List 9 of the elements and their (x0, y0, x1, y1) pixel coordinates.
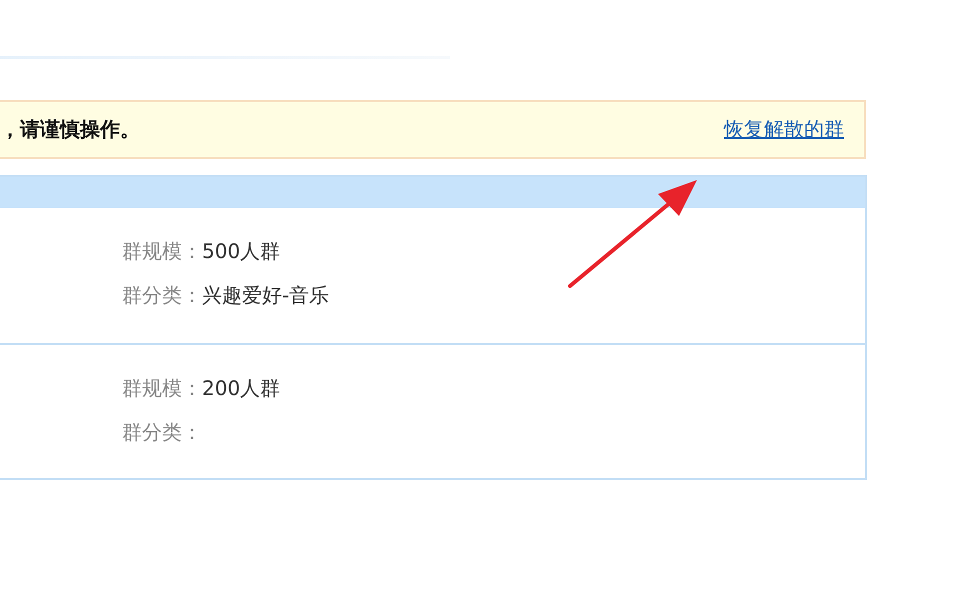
field-value: 200人群 (202, 375, 280, 402)
field-label: 群分类： (122, 282, 202, 309)
field-label: 群规模： (122, 238, 202, 265)
field-value: 兴趣爱好-音乐 (202, 282, 330, 309)
restore-link[interactable]: 恢复解散的群 (724, 116, 844, 143)
field-label: 群分类： (122, 419, 202, 446)
warning-text: ，请谨慎操作。 (0, 116, 140, 143)
field-label: 群规模： (122, 375, 202, 402)
field-value: 500人群 (202, 238, 280, 265)
